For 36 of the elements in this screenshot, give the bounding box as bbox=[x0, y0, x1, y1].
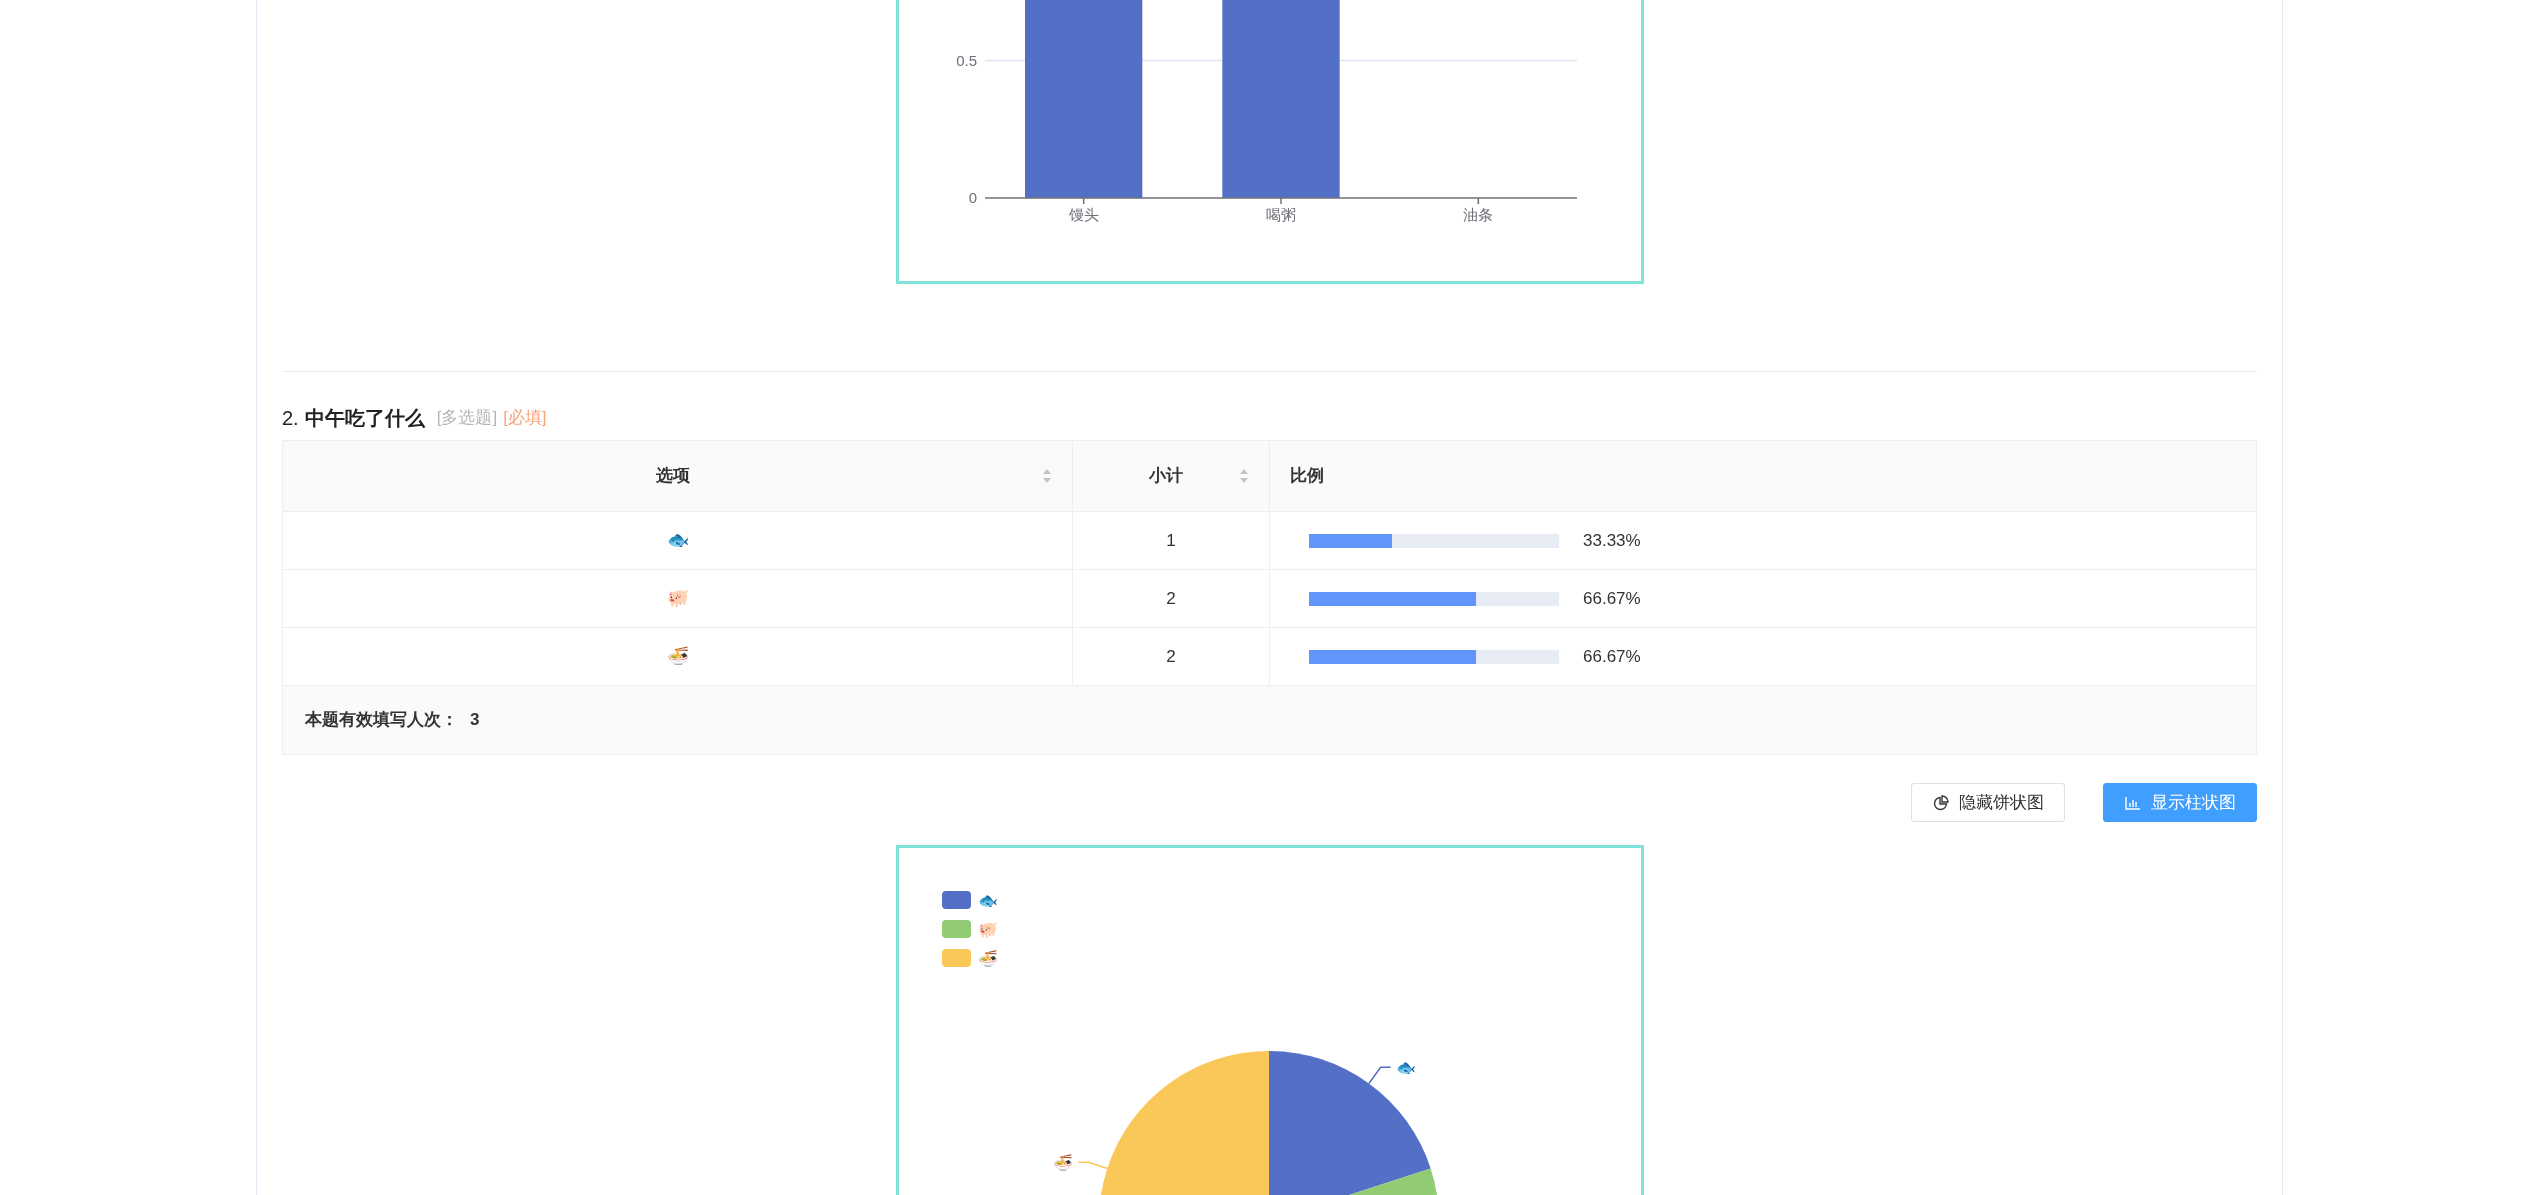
hide-pie-chart-button[interactable]: 隐藏饼状图 bbox=[1911, 783, 2065, 822]
footer-count: 3 bbox=[470, 709, 480, 732]
footer-label: 本题有效填写人次： bbox=[305, 709, 458, 732]
pie-chart-icon bbox=[1932, 794, 1949, 811]
axis-label: 馒头 bbox=[1068, 206, 1099, 223]
table-cell: 2 bbox=[1072, 569, 1270, 628]
table-cell: 2 bbox=[1072, 627, 1270, 686]
axis-label: 0 bbox=[968, 189, 977, 206]
legend-swatch bbox=[941, 920, 971, 938]
leader-line bbox=[1077, 1161, 1108, 1170]
required-tag: [必填] bbox=[503, 405, 547, 431]
percent-text: 66.67% bbox=[1583, 587, 1641, 610]
legend-swatch bbox=[941, 891, 971, 909]
legend-swatch bbox=[941, 949, 971, 967]
question-title: 中午吃了什么 bbox=[304, 406, 425, 431]
percent-text: 66.67% bbox=[1583, 645, 1641, 668]
data-label: 🐟 bbox=[1395, 1059, 1416, 1077]
table-header[interactable]: 小计 bbox=[1072, 440, 1270, 512]
axis-label: 0.5 bbox=[955, 51, 977, 69]
table-header: 比例 bbox=[1269, 440, 2257, 512]
legend-label: 🐟 bbox=[977, 892, 998, 909]
percent-text: 33.33% bbox=[1583, 529, 1641, 552]
legend-label: 🍜 bbox=[977, 950, 998, 967]
table-cell: 🍜 bbox=[282, 627, 1073, 686]
table-header[interactable]: 选项 bbox=[282, 440, 1073, 512]
table-cell: 1 bbox=[1072, 511, 1270, 570]
table-cell: 🐟 bbox=[282, 511, 1073, 570]
question-number: 2. bbox=[282, 406, 299, 431]
table-cell: 🐖 bbox=[282, 569, 1073, 628]
axis-label: 油条 bbox=[1462, 206, 1493, 223]
question-type-tag: [多选题] bbox=[436, 405, 498, 431]
axis-label: 喝粥 bbox=[1265, 206, 1296, 223]
leader-line bbox=[1367, 1066, 1391, 1085]
bar-chart-icon bbox=[2124, 794, 2141, 811]
data-label: 🍜 bbox=[1052, 1154, 1073, 1172]
legend-label: 🐖 bbox=[977, 921, 998, 938]
